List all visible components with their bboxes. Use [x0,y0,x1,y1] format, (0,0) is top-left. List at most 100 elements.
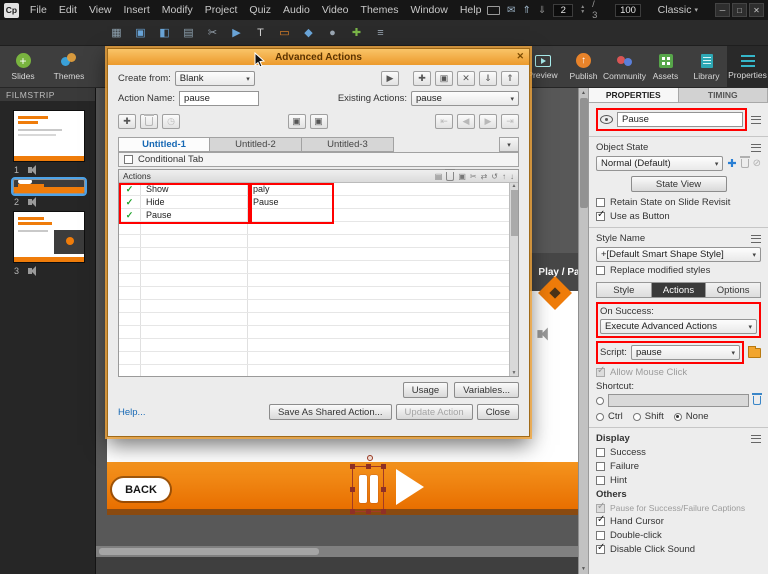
library-button[interactable]: Library [686,46,727,88]
grid-tool-icon[interactable]: ▦ [108,24,125,41]
on-success-select[interactable]: Execute Advanced Actions ▾ [600,319,757,334]
help-link[interactable]: Help... [118,407,145,418]
audio-icon[interactable] [28,197,37,207]
horizontal-scrollbar[interactable] [96,546,578,557]
create-from-select[interactable]: Blank ▾ [174,71,255,86]
publish-button[interactable]: Publish [563,46,604,88]
empty-action-row[interactable] [119,261,509,274]
delete-row-icon[interactable] [140,114,158,129]
delete-action-icon[interactable]: ✕ [457,71,475,86]
new-action-icon[interactable]: ✚ [413,71,431,86]
action-cell[interactable]: Hide [141,196,248,208]
list-icon[interactable]: ▤ [435,172,443,181]
cut-icon[interactable]: ✂ [470,172,477,181]
copy-row-icon[interactable]: ▣ [287,114,306,129]
existing-actions-select[interactable]: pause ▾ [411,91,519,106]
action-row[interactable]: ✓ Show paly [119,183,509,196]
empty-action-row[interactable] [119,313,509,326]
add-row-icon[interactable]: ✚ [118,114,136,129]
tab-untitled-1[interactable]: Untitled-1 [118,137,210,152]
menu-window[interactable]: Window [404,4,453,16]
media-tool-icon[interactable]: ● [324,24,341,41]
vscroll-thumb[interactable] [579,98,588,208]
action-row[interactable]: ✓ Hide Pause [119,196,509,209]
slides-button[interactable]: Slides [0,46,46,88]
selection-handle[interactable] [350,509,355,514]
menu-file[interactable]: File [24,4,53,16]
item-name-field[interactable]: Pause [617,112,743,127]
none-radio[interactable] [673,412,682,421]
swap-icon[interactable]: ⇄ [481,172,488,181]
scroll-down-icon[interactable]: ▼ [512,370,517,376]
scroll-down-icon[interactable]: ▼ [581,566,586,572]
move-up-icon[interactable]: ↑ [502,172,506,181]
cut-tool-icon[interactable]: ✂ [204,24,221,41]
tab-overflow-button[interactable]: ▾ [499,137,519,152]
empty-action-row[interactable] [119,274,509,287]
edit-script-folder-icon[interactable] [748,345,761,358]
double-click-checkbox[interactable] [596,531,605,540]
selection-handle[interactable] [381,487,386,492]
menu-quiz[interactable]: Quiz [243,4,277,16]
add-tool-icon[interactable]: ✚ [348,24,365,41]
menu-tool-icon[interactable]: ≡ [372,24,389,41]
shape-tool-icon[interactable]: ▭ [276,24,293,41]
empty-action-row[interactable] [119,287,509,300]
state-view-button[interactable]: State View [630,176,727,192]
success-checkbox[interactable] [596,448,605,457]
community-button[interactable]: Community [603,46,646,88]
close-window-button[interactable]: ✕ [749,3,765,17]
empty-action-row[interactable] [119,222,509,235]
empty-action-row[interactable] [119,365,509,376]
copy-icon[interactable]: ▣ [458,172,466,181]
delay-icon[interactable]: ◷ [162,114,180,129]
menu-modify[interactable]: Modify [156,4,199,16]
menu-help[interactable]: Help [454,4,488,16]
param-cell[interactable]: paly [248,183,509,195]
move-down-icon[interactable]: ↓ [510,172,514,181]
subtab-actions[interactable]: Actions [651,282,707,298]
use-as-button-checkbox[interactable] [596,209,605,221]
shift-radio[interactable] [632,412,641,421]
shortcut-field[interactable] [608,394,749,407]
prev-action-icon[interactable]: ◀ [457,114,475,129]
panel-menu-icon[interactable] [751,115,761,124]
tab-properties[interactable]: PROPERTIES [589,88,679,102]
play-tool-icon[interactable]: ▶ [228,24,245,41]
themes-button[interactable]: Themes [46,46,92,88]
state-select[interactable]: Normal (Default) ▾ [596,156,724,171]
retain-state-checkbox[interactable] [596,198,605,207]
visibility-icon[interactable] [600,115,613,124]
action-row[interactable]: ✓ Pause [119,209,509,222]
import-action-icon[interactable]: ⇓ [479,71,497,86]
empty-action-row[interactable] [119,352,509,365]
hscroll-thumb[interactable] [99,548,319,555]
paste-row-icon[interactable]: ▣ [309,114,328,129]
pause-shape-selection[interactable] [350,455,386,514]
list-tool-icon[interactable]: ▤ [180,24,197,41]
panel-menu-icon[interactable] [751,434,761,443]
slide-thumbnail-3[interactable] [13,211,85,263]
zoom-level[interactable]: 100 [615,3,641,17]
back-button[interactable]: BACK [112,478,170,501]
replace-styles-checkbox[interactable] [596,266,605,275]
tab-untitled-3[interactable]: Untitled-3 [302,137,394,152]
menu-themes[interactable]: Themes [355,4,405,16]
first-action-icon[interactable]: ⇤ [435,114,453,129]
last-action-icon[interactable]: ⇥ [501,114,519,129]
action-cell[interactable]: Pause [141,209,248,221]
next-action-icon[interactable]: ▶ [479,114,497,129]
style-select[interactable]: +[Default Smart Shape Style] ▾ [596,247,761,262]
audio-icon[interactable] [28,266,37,276]
menu-view[interactable]: View [83,4,118,16]
preview-action-icon[interactable]: ▶ [381,71,399,86]
selection-handle[interactable] [350,464,355,469]
rotation-handle[interactable] [367,455,373,461]
usage-button[interactable]: Usage [402,382,449,398]
variables-button[interactable]: Variables... [454,382,519,398]
save-shared-action-button[interactable]: Save As Shared Action... [268,404,392,420]
subtab-options[interactable]: Options [706,282,762,298]
dialog-close-icon[interactable]: ✕ [516,51,524,62]
panel-menu-icon[interactable] [751,234,761,243]
scroll-up-icon[interactable]: ▲ [581,90,586,96]
